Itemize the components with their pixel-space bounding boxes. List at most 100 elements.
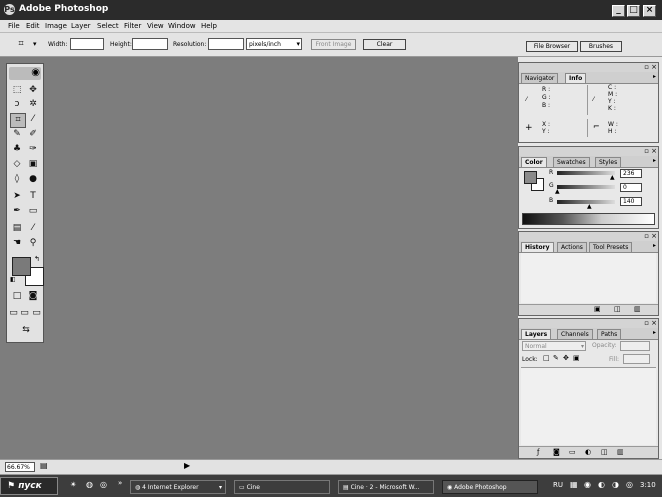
red-value-input[interactable]: 236 xyxy=(620,169,642,178)
menu-help[interactable]: Help xyxy=(201,22,217,30)
width-input[interactable] xyxy=(70,38,104,50)
tab-history[interactable]: History xyxy=(521,242,554,252)
status-menu-arrow-icon[interactable]: ▶ xyxy=(184,461,190,470)
marquee-tool-icon[interactable]: ⬚ xyxy=(10,84,24,97)
slice-tool-icon[interactable]: ⁄ xyxy=(26,113,40,126)
fill-input[interactable] xyxy=(623,354,650,364)
close-button[interactable]: × xyxy=(643,5,656,17)
standard-screen-mode-icon[interactable]: ▭ xyxy=(8,307,19,320)
quicklaunch-more-icon[interactable]: » xyxy=(118,479,122,487)
lock-position-icon[interactable]: ✥ xyxy=(563,354,569,362)
clear-button[interactable]: Clear xyxy=(363,39,406,50)
tab-layers[interactable]: Layers xyxy=(521,329,552,339)
preset-dropdown-arrow-icon[interactable]: ▾ xyxy=(33,40,37,48)
history-list[interactable] xyxy=(521,253,656,303)
height-input[interactable] xyxy=(132,38,168,50)
notes-tool-icon[interactable]: ▤ xyxy=(10,222,24,235)
quick-mask-mode-icon[interactable]: ◙ xyxy=(26,290,40,303)
resolution-input[interactable] xyxy=(208,38,244,50)
pen-tool-icon[interactable]: ✒ xyxy=(10,205,24,218)
jump-to-imageready-icon[interactable]: ⇆ xyxy=(16,324,36,337)
standard-mode-icon[interactable]: □ xyxy=(10,290,24,303)
crop-tool-icon[interactable]: ⌗ xyxy=(10,113,26,128)
trash-icon[interactable]: ▥ xyxy=(617,448,624,456)
menu-filter[interactable]: Filter xyxy=(124,22,141,30)
quicklaunch-media-icon[interactable]: ◎ xyxy=(100,480,107,489)
lock-all-icon[interactable]: ▣ xyxy=(573,354,580,362)
red-slider-track[interactable] xyxy=(557,171,615,175)
magic-wand-tool-icon[interactable]: ✲ xyxy=(26,98,40,111)
trash-icon[interactable]: ▥ xyxy=(634,305,641,313)
green-value-input[interactable]: 0 xyxy=(620,183,642,192)
front-image-button[interactable]: Front Image xyxy=(311,39,356,50)
resolution-units-select[interactable]: pixels/inch ▾ xyxy=(246,38,302,50)
minimize-button[interactable]: _ xyxy=(612,5,625,17)
new-layer-icon[interactable]: ◫ xyxy=(601,448,608,456)
language-indicator[interactable]: RU xyxy=(553,481,563,489)
red-slider-handle[interactable]: ▲ xyxy=(610,174,615,181)
dodge-tool-icon[interactable]: ● xyxy=(26,173,40,186)
palette-menu-arrow-icon[interactable]: ▸ xyxy=(653,329,656,336)
brushes-tab[interactable]: Brushes xyxy=(580,41,622,52)
palette-menu-arrow-icon[interactable]: ▸ xyxy=(653,73,656,80)
close-palette-icon[interactable]: × xyxy=(651,63,657,71)
tab-info[interactable]: Info xyxy=(565,73,587,83)
tray-volume-icon[interactable]: ◑ xyxy=(612,480,619,489)
tab-navigator[interactable]: Navigator xyxy=(521,73,559,83)
tray-antivirus-icon[interactable]: ◉ xyxy=(584,480,591,489)
tray-sync-icon[interactable]: ◐ xyxy=(598,480,605,489)
green-slider-handle[interactable]: ▲ xyxy=(555,188,560,195)
palette-menu-arrow-icon[interactable]: ▸ xyxy=(653,157,656,164)
task-photoshop[interactable]: ◉ Adobe Photoshop xyxy=(442,480,538,494)
tab-actions[interactable]: Actions xyxy=(557,242,587,252)
eyedropper-tool-icon[interactable]: ⁄ xyxy=(26,222,40,235)
tab-color[interactable]: Color xyxy=(521,157,547,167)
green-slider-track[interactable] xyxy=(557,185,615,189)
type-tool-icon[interactable]: T xyxy=(26,190,40,203)
minimize-palette-icon[interactable]: ▫ xyxy=(644,232,649,240)
blend-mode-select[interactable]: Normal ▾ xyxy=(522,341,586,351)
task-internet-explorer[interactable]: ◍ 4 Internet Explorer ▾ xyxy=(130,480,226,494)
menu-select[interactable]: Select xyxy=(97,22,119,30)
tab-swatches[interactable]: Swatches xyxy=(553,157,590,167)
close-palette-icon[interactable]: × xyxy=(651,232,657,240)
blue-slider-track[interactable] xyxy=(557,200,615,204)
menu-layer[interactable]: Layer xyxy=(71,22,91,30)
opacity-input[interactable] xyxy=(620,341,650,351)
shape-tool-icon[interactable]: ▭ xyxy=(26,205,40,218)
tray-network-icon[interactable]: ▦ xyxy=(570,480,578,489)
lock-image-icon[interactable]: ✎ xyxy=(553,354,559,362)
add-layer-style-icon[interactable]: ƒ xyxy=(537,448,539,456)
crop-tool-preset-icon[interactable]: ⌗ xyxy=(14,38,28,51)
new-adjustment-layer-icon[interactable]: ◐ xyxy=(585,448,591,456)
menu-image[interactable]: Image xyxy=(45,22,67,30)
palette-menu-arrow-icon[interactable]: ▸ xyxy=(653,242,656,249)
path-selection-tool-icon[interactable]: ➤ xyxy=(10,190,24,203)
full-screen-mode-icon[interactable]: ▭ xyxy=(31,307,42,320)
blur-tool-icon[interactable]: ◊ xyxy=(10,173,24,186)
tray-messenger-icon[interactable]: ◎ xyxy=(626,480,633,489)
clone-stamp-tool-icon[interactable]: ♣ xyxy=(10,143,24,156)
eraser-tool-icon[interactable]: ◇ xyxy=(10,158,24,171)
menu-view[interactable]: View xyxy=(147,22,164,30)
tab-tool-presets[interactable]: Tool Presets xyxy=(589,242,633,252)
hand-tool-icon[interactable]: ☚ xyxy=(10,237,24,250)
move-tool-icon[interactable]: ✥ xyxy=(26,84,40,97)
blue-value-input[interactable]: 140 xyxy=(620,197,642,206)
task-word[interactable]: ▤ Cine · 2 - Microsoft W... xyxy=(338,480,434,494)
color-foreground-swatch[interactable] xyxy=(524,171,537,184)
history-brush-tool-icon[interactable]: ✑ xyxy=(26,143,40,156)
quicklaunch-ie-icon[interactable]: ◍ xyxy=(86,480,93,489)
tab-paths[interactable]: Paths xyxy=(597,329,622,339)
default-colors-icon[interactable]: ◧ xyxy=(10,276,16,283)
maximize-button[interactable]: □ xyxy=(627,5,640,17)
add-mask-icon[interactable]: ◙ xyxy=(553,448,560,456)
blue-slider-handle[interactable]: ▲ xyxy=(587,203,592,210)
new-document-from-state-icon[interactable]: ▣ xyxy=(594,305,601,313)
color-ramp[interactable] xyxy=(522,213,655,225)
tab-styles[interactable]: Styles xyxy=(595,157,622,167)
canvas-workspace[interactable] xyxy=(0,57,518,459)
zoom-level-input[interactable]: 66.67% xyxy=(5,462,35,472)
menu-file[interactable]: File xyxy=(8,22,20,30)
tab-channels[interactable]: Channels xyxy=(557,329,593,339)
